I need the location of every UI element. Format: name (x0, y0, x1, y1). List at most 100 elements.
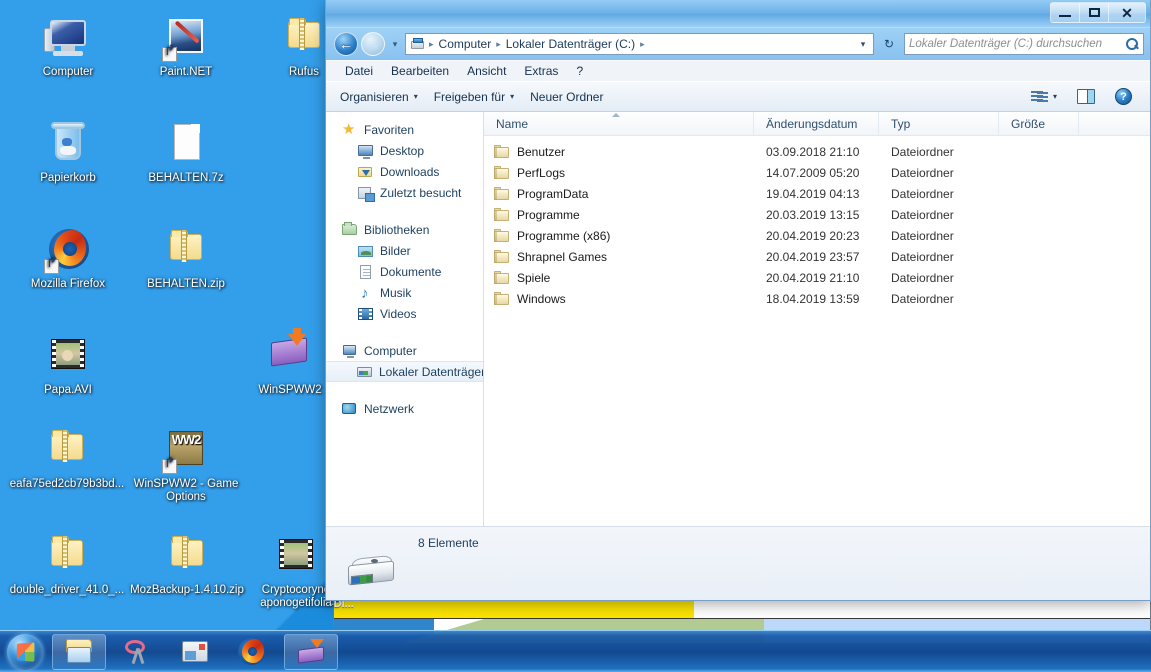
new-folder-label: Neuer Ordner (530, 90, 603, 104)
file-type: Dateiordner (879, 187, 999, 201)
sort-ascending-icon (612, 113, 620, 117)
search-box[interactable]: Lokaler Datenträger (C:) durchsuchen (904, 33, 1144, 55)
desktop-icon-paintnet[interactable]: Paint.NET (130, 14, 242, 79)
file-date: 18.04.2019 13:59 (754, 292, 879, 306)
file-type: Dateiordner (879, 292, 999, 306)
change-view-button[interactable]: ▾ (1023, 86, 1065, 108)
desktop-icon-papa-avi[interactable]: Papa.AVI (12, 332, 124, 397)
computer-icon (342, 343, 358, 359)
sidebar-item-netzwerk[interactable]: Netzwerk (326, 398, 483, 419)
sidebar-item-zuletzt-besucht[interactable]: Zuletzt besucht (326, 182, 483, 203)
menu-extras[interactable]: Extras (515, 62, 567, 80)
drive-breadcrumb-icon (410, 37, 426, 52)
sidebar-item-bilder[interactable]: Bilder (326, 240, 483, 261)
back-button[interactable]: ← (334, 32, 358, 56)
archive-7z-icon (162, 120, 210, 168)
menu-ansicht[interactable]: Ansicht (458, 62, 515, 80)
new-folder-button[interactable]: Neuer Ordner (522, 86, 611, 108)
help-button[interactable]: ? (1107, 84, 1140, 109)
sidebar-item-lokaler-datentraeger[interactable]: Lokaler Datenträger (326, 361, 483, 382)
file-date: 20.04.2019 20:23 (754, 229, 879, 243)
sidebar-item-favoriten[interactable]: ★ Favoriten (326, 119, 483, 140)
sidebar-item-dokumente[interactable]: Dokumente (326, 261, 483, 282)
breadcrumb-local-disk[interactable]: Lokaler Datenträger (C:) (502, 37, 639, 51)
column-header-size[interactable]: Größe (999, 112, 1079, 135)
table-row[interactable]: Programme 20.03.2019 13:15 Dateiordner (484, 204, 1150, 225)
file-date: 14.07.2009 05:20 (754, 166, 879, 180)
menu-bearbeiten[interactable]: Bearbeiten (382, 62, 458, 80)
menu-hilfe[interactable]: ? (567, 62, 592, 80)
taskbar-button-window[interactable] (168, 634, 222, 670)
taskbar[interactable] (0, 630, 1151, 672)
computer-icon (44, 14, 92, 62)
folder-icon (494, 229, 510, 243)
sidebar-item-label: Favoriten (364, 123, 414, 137)
sidebar-item-computer[interactable]: Computer (326, 340, 483, 361)
refresh-button[interactable]: ↻ (878, 33, 900, 55)
recycle-bin-icon (44, 120, 92, 168)
file-list-pane[interactable]: Name Änderungsdatum Typ Größe (484, 112, 1150, 526)
table-row[interactable]: Windows 18.04.2019 13:59 Dateiordner (484, 288, 1150, 309)
start-button[interactable] (2, 633, 48, 671)
desktop[interactable]: -DI... Computer Paint.NET Rufus Papierko… (0, 0, 1151, 672)
table-row[interactable]: ProgramData 19.04.2019 04:13 Dateiordner (484, 183, 1150, 204)
desktop-icon-eafa75[interactable]: eafa75ed2cb79b3bd... (6, 426, 128, 491)
column-header-date[interactable]: Änderungsdatum (754, 112, 879, 135)
sidebar-item-musik[interactable]: ♪ Musik (326, 282, 483, 303)
forward-button[interactable]: → (361, 32, 385, 56)
navigation-pane[interactable]: ★ Favoriten Desktop Downloads Zuletzt be… (326, 112, 484, 526)
close-button[interactable]: ✕ (1109, 3, 1145, 22)
column-header-type[interactable]: Typ (879, 112, 999, 135)
desktop-icon-papierkorb[interactable]: Papierkorb (12, 120, 124, 185)
desktop-icon-label: Computer (12, 66, 124, 79)
taskbar-button-snipping-tool[interactable] (110, 634, 164, 670)
sidebar-item-label: Lokaler Datenträger (379, 365, 484, 379)
table-row[interactable]: Shrapnel Games 20.04.2019 23:57 Dateiord… (484, 246, 1150, 267)
history-dropdown-icon[interactable]: ▾ (388, 39, 402, 50)
column-header-name[interactable]: Name (484, 112, 754, 135)
nav-group-bibliotheken: Bibliotheken Bilder Dokumente ♪ Musik (326, 219, 483, 324)
sidebar-item-label: Bilder (380, 244, 411, 258)
sidebar-item-downloads[interactable]: Downloads (326, 161, 483, 182)
desktop-icon-label: eafa75ed2cb79b3bd... (6, 478, 128, 491)
table-row[interactable]: PerfLogs 14.07.2009 05:20 Dateiordner (484, 162, 1150, 183)
status-bar: 8 Elemente (326, 526, 1150, 600)
address-bar[interactable]: ▸ Computer ▸ Lokaler Datenträger (C:) ▸ … (405, 33, 874, 55)
table-row[interactable]: Programme (x86) 20.04.2019 20:23 Dateior… (484, 225, 1150, 246)
table-row[interactable]: Spiele 20.04.2019 21:10 Dateiordner (484, 267, 1150, 288)
desktop-icon-behalten-7z[interactable]: BEHALTEN.7z (130, 120, 242, 185)
desktop-icon-winspww2-options[interactable]: WW2 WinSPWW2 - Game Options (130, 426, 242, 504)
taskbar-button-firefox[interactable] (226, 634, 280, 670)
organize-button[interactable]: Organisieren ▾ (332, 86, 426, 108)
file-name-cell: Shrapnel Games (484, 250, 754, 264)
share-with-button[interactable]: Freigeben für ▾ (426, 86, 522, 108)
desktop-icon-mozbackup[interactable]: MozBackup-1.4.10.zip (128, 532, 246, 597)
table-row[interactable]: Benutzer 03.09.2018 21:10 Dateiordner (484, 141, 1150, 162)
desktop-icon-label: MozBackup-1.4.10.zip (128, 584, 246, 597)
nav-group-netzwerk: Netzwerk (326, 398, 483, 419)
sidebar-item-videos[interactable]: Videos (326, 303, 483, 324)
breadcrumb-separator[interactable]: ▸ (639, 39, 646, 50)
minimize-button[interactable] (1051, 3, 1080, 22)
sidebar-item-desktop[interactable]: Desktop (326, 140, 483, 161)
menu-datei[interactable]: Datei (336, 62, 382, 80)
window-titlebar[interactable]: ✕ (326, 0, 1150, 28)
maximize-button[interactable] (1080, 3, 1109, 22)
windows-explorer-window[interactable]: ✕ ← → ▾ ▸ Computer ▸ Lokaler Datenträger… (325, 0, 1151, 601)
desktop-icon-firefox[interactable]: Mozilla Firefox (12, 226, 124, 291)
command-bar-right: ▾ ? (1023, 84, 1144, 109)
file-name: Programme (517, 208, 580, 222)
desktop-icon-label: WinSPWW2 - Game Options (130, 478, 242, 504)
breadcrumb-computer[interactable]: Computer (435, 37, 496, 51)
desktop-icon-label: BEHALTEN.zip (130, 278, 242, 291)
address-dropdown-icon[interactable]: ▾ (855, 34, 871, 54)
desktop-icon-computer[interactable]: Computer (12, 14, 124, 79)
taskbar-button-explorer[interactable] (52, 634, 106, 670)
sidebar-item-bibliotheken[interactable]: Bibliotheken (326, 219, 483, 240)
music-icon: ♪ (358, 285, 374, 301)
desktop-icon-behalten-zip[interactable]: BEHALTEN.zip (130, 226, 242, 291)
preview-pane-button[interactable] (1069, 85, 1103, 108)
taskbar-button-installer[interactable] (284, 634, 338, 670)
search-input[interactable]: Lokaler Datenträger (C:) durchsuchen (909, 38, 1126, 50)
desktop-icon-double-driver[interactable]: double_driver_41.0_... (6, 532, 128, 597)
